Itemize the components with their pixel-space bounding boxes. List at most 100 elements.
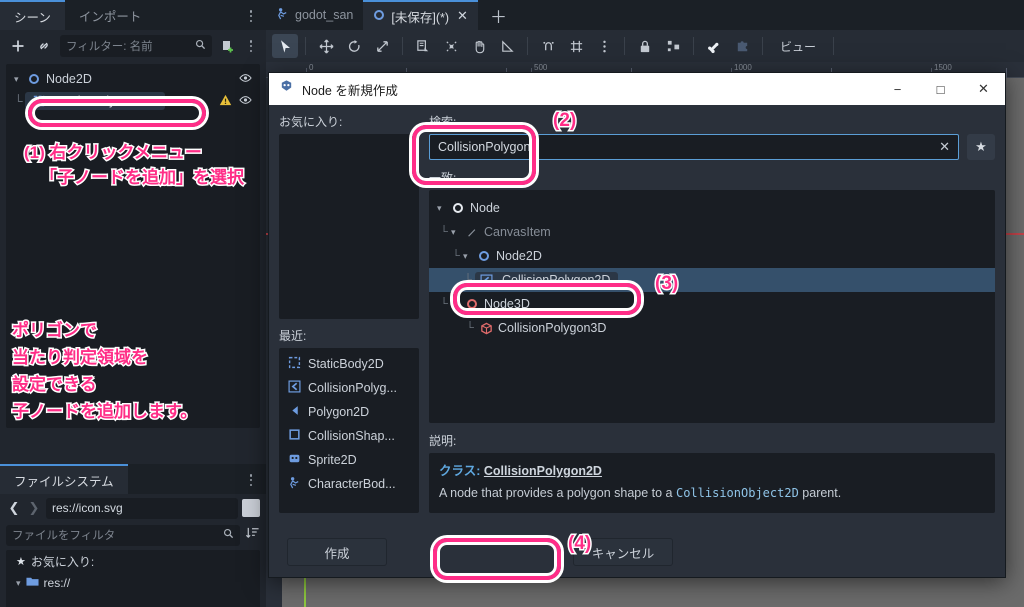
annotation-step3: (3)	[653, 272, 679, 296]
filesystem-tree[interactable]: ★ お気に入り: ▾ res://	[6, 550, 260, 607]
filesystem-path-row: ❮ ❯ res://icon.svg	[0, 494, 266, 522]
tree-guide: └	[452, 250, 460, 262]
characterbody2d-icon	[288, 476, 301, 492]
filesystem-row-favorites[interactable]: ★ お気に入り:	[6, 550, 260, 572]
link-icon[interactable]	[34, 36, 54, 56]
tree-row-staticbody2d[interactable]: └ StaticBody2D	[6, 90, 260, 112]
recent-item[interactable]: Polygon2D	[279, 400, 419, 424]
recent-item[interactable]: CollisionShap...	[279, 424, 419, 448]
recent-item[interactable]: Sprite2D	[279, 448, 419, 472]
create-button[interactable]: 作成	[287, 538, 387, 566]
canvasitem-icon	[463, 226, 481, 238]
scale-tool-button[interactable]	[369, 34, 395, 58]
search-icon	[223, 528, 234, 542]
folder-icon	[25, 576, 39, 590]
chevron-down-icon[interactable]: ▾	[437, 203, 449, 214]
filesystem-filter-placeholder: ファイルをフィルタ	[12, 530, 116, 542]
chevron-down-icon[interactable]: ▾	[451, 227, 463, 238]
match-row-collisionpolygon2d-content[interactable]: CollisionPolygon2D	[475, 272, 619, 288]
pan-tool-button[interactable]	[466, 34, 492, 58]
warning-icon[interactable]	[219, 94, 232, 109]
close-button[interactable]: ✕	[962, 73, 1005, 105]
grid-snap-button[interactable]	[563, 34, 589, 58]
favorites-list[interactable]	[279, 134, 419, 319]
recent-list[interactable]: StaticBody2D CollisionPolyg... Polygon2D	[279, 348, 419, 513]
puzzle-button[interactable]	[729, 34, 755, 58]
favorites-column: お気に入り: 最近: StaticBody2D CollisionPolyg..…	[279, 113, 419, 513]
recent-item-label: StaticBody2D	[308, 357, 384, 371]
dialog-body: お気に入り: 最近: StaticBody2D CollisionPolyg..…	[269, 105, 1005, 579]
scene-tab-godot-san[interactable]: godot_san	[266, 0, 363, 30]
match-row-canvasitem[interactable]: └ ▾ CanvasItem	[429, 220, 995, 244]
matches-tree[interactable]: ▾ Node └ ▾ CanvasItem └ ▾ Node2D ├ Colli…	[429, 190, 995, 423]
rotate-tool-button[interactable]	[341, 34, 367, 58]
star-icon[interactable]: ★	[967, 134, 995, 160]
scene-filter-input[interactable]: フィルター: 名前	[60, 35, 212, 57]
search-input[interactable]: CollisionPolygon ✕	[429, 134, 959, 160]
match-row-node2d[interactable]: └ ▾ Node2D	[429, 244, 995, 268]
kebab-menu-icon[interactable]	[244, 472, 258, 488]
toolbar-separator	[762, 37, 763, 55]
match-row-node3d[interactable]: └ ▾ Node3D	[429, 292, 995, 316]
match-row-collisionpolygon2d[interactable]: ├ CollisionPolygon2D	[429, 268, 995, 292]
thumbnail-preview[interactable]	[242, 499, 260, 517]
chevron-down-icon[interactable]: ▾	[14, 74, 26, 85]
annotation-note-line4: 子ノードを追加します。	[10, 401, 198, 423]
chevron-down-icon[interactable]: ▾	[16, 578, 21, 589]
minimize-button[interactable]: −	[876, 73, 919, 105]
group-button[interactable]	[660, 34, 686, 58]
filesystem-row-res[interactable]: ▾ res://	[6, 572, 260, 594]
chevron-left-icon[interactable]: ❮	[6, 500, 22, 516]
tree-guide: └	[440, 226, 448, 238]
dialog-titlebar[interactable]: Node を新規作成 − □ ✕	[269, 73, 1005, 105]
description-panel: クラス: CollisionPolygon2D A node that prov…	[429, 453, 995, 513]
tree-row-node2d[interactable]: ▾ Node2D	[6, 68, 260, 90]
recent-item[interactable]: CharacterBod...	[279, 472, 419, 496]
move-tool-button[interactable]	[313, 34, 339, 58]
select-tool-button[interactable]	[272, 34, 298, 58]
pivot-tool-button[interactable]	[438, 34, 464, 58]
attach-script-icon[interactable]	[218, 36, 238, 56]
tree-row-staticbody2d-content[interactable]: StaticBody2D	[24, 92, 166, 110]
snap-options-button[interactable]	[591, 34, 617, 58]
visibility-icon[interactable]	[239, 95, 252, 108]
tab-import[interactable]: インポート	[65, 0, 156, 30]
search-row: CollisionPolygon ✕ ★	[429, 134, 995, 160]
smart-snap-button[interactable]	[535, 34, 561, 58]
toolbar-separator	[305, 37, 306, 55]
match-row-collisionpolygon3d[interactable]: └ CollisionPolygon3D	[429, 316, 995, 340]
toolbar-separator	[693, 37, 694, 55]
description-label: 説明:	[429, 434, 457, 448]
scene-tab-unsaved[interactable]: [未保存](*) ✕	[363, 0, 478, 30]
scene-tab-unsaved-label: [未保存](*)	[391, 10, 450, 25]
scene-menu-icon[interactable]	[244, 38, 258, 54]
sort-icon[interactable]	[245, 525, 260, 545]
close-icon[interactable]: ✕	[939, 139, 950, 155]
tab-scene[interactable]: シーン	[0, 0, 65, 30]
match-row-node[interactable]: ▾ Node	[429, 196, 995, 220]
filesystem-path-input[interactable]: res://icon.svg	[46, 497, 238, 519]
kebab-menu-icon[interactable]	[244, 8, 258, 24]
staticbody2d-icon	[288, 356, 301, 372]
lock-button[interactable]	[632, 34, 658, 58]
view-menu-button[interactable]: ビュー	[770, 38, 826, 55]
annotation-step1-line1: (1) 右クリックメニュー	[23, 142, 204, 164]
chevron-down-icon[interactable]: ▾	[451, 299, 463, 310]
close-icon[interactable]: ✕	[457, 8, 468, 24]
description-class-name[interactable]: CollisionPolygon2D	[484, 464, 602, 478]
plus-icon[interactable]	[8, 36, 28, 56]
maximize-button[interactable]: □	[919, 73, 962, 105]
tab-filesystem[interactable]: ファイルシステム	[0, 464, 128, 494]
visibility-icon[interactable]	[239, 73, 252, 86]
recent-item[interactable]: CollisionPolyg...	[279, 376, 419, 400]
new-scene-tab-button[interactable]: ＋	[478, 0, 519, 30]
recent-item[interactable]: StaticBody2D	[279, 352, 419, 376]
list-select-tool-button[interactable]	[410, 34, 436, 58]
chevron-right-icon[interactable]: ❯	[26, 500, 42, 516]
chevron-down-icon[interactable]: ▾	[463, 251, 475, 262]
filesystem-filter-input[interactable]: ファイルをフィルタ	[6, 524, 240, 546]
ruler-label-1000: 1000	[734, 63, 752, 72]
match-row-node2d-label: Node2D	[496, 249, 542, 263]
measure-tool-button[interactable]	[494, 34, 520, 58]
bone-button[interactable]	[701, 34, 727, 58]
